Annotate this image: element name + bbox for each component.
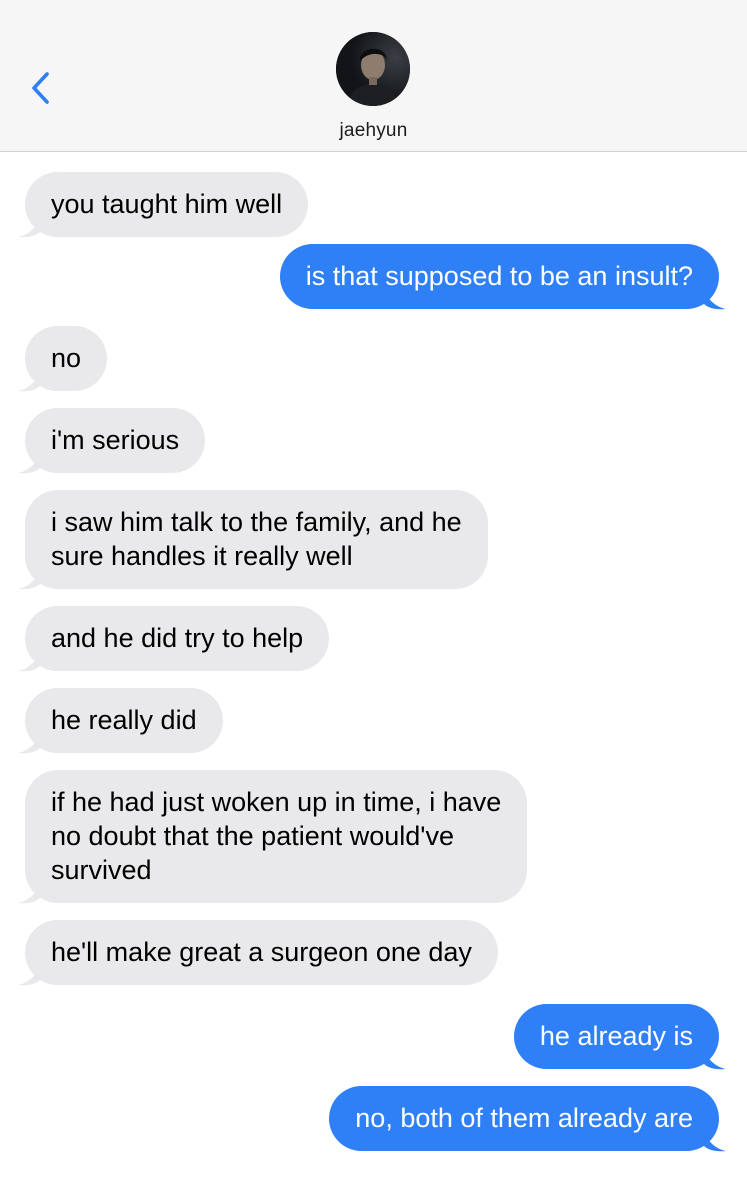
bubble-tail — [18, 372, 40, 392]
bubble-tail — [18, 454, 40, 474]
incoming-message-bubble[interactable]: i'm serious — [18, 408, 206, 474]
message-text: and he did try to help — [51, 623, 304, 653]
back-button[interactable] — [26, 68, 56, 108]
message-text: he already is — [539, 1021, 693, 1051]
bubble-tail — [18, 218, 40, 238]
incoming-message-bubble[interactable]: and he did try to help — [18, 606, 330, 672]
bubble-tail — [18, 884, 40, 904]
message-text-line: survived — [51, 855, 152, 885]
bubble-tail — [704, 1132, 726, 1152]
message-text-line: i saw him talk to the family, and he — [51, 507, 462, 537]
message-text-line: no doubt that the patient would've — [51, 821, 454, 851]
message-text: he really did — [51, 705, 197, 735]
message-text-line: sure handles it really well — [51, 541, 353, 571]
bubble-tail — [704, 1050, 726, 1070]
contact-avatar[interactable] — [336, 32, 410, 106]
incoming-message-bubble[interactable]: i saw him talk to the family, and he sur… — [18, 490, 488, 590]
incoming-message-bubble[interactable]: you taught him well — [18, 172, 309, 238]
bubble-tail — [18, 734, 40, 754]
bubble-tail — [704, 290, 726, 310]
message-text: no — [51, 343, 82, 373]
outgoing-message-bubble[interactable]: is that supposed to be an insult? — [279, 244, 726, 310]
conversation-header: jaehyun — [0, 0, 747, 152]
outgoing-message-bubble[interactable]: no, both of them already are — [329, 1086, 726, 1152]
chevron-left-icon — [32, 72, 49, 104]
message-thread: you taught him well is that supposed to … — [0, 152, 747, 1200]
incoming-message-bubble[interactable]: no — [18, 326, 108, 392]
bubble-tail — [18, 652, 40, 672]
avatar-photo — [336, 32, 410, 106]
message-text: i'm serious — [51, 425, 180, 455]
incoming-message-bubble[interactable]: he'll make great a surgeon one day — [18, 920, 498, 986]
incoming-message-bubble[interactable]: if he had just woken up in time, i have … — [18, 770, 528, 904]
message-text: you taught him well — [51, 189, 283, 219]
message-text: he'll make great a surgeon one day — [51, 937, 472, 967]
bubble-tail — [18, 966, 40, 986]
contact-name[interactable]: jaehyun — [0, 120, 747, 142]
message-text-line: if he had just woken up in time, i have — [51, 787, 502, 817]
bubble-tail — [18, 570, 40, 590]
outgoing-message-bubble[interactable]: he already is — [513, 1004, 726, 1070]
message-text: no, both of them already are — [355, 1103, 693, 1133]
incoming-message-bubble[interactable]: he really did — [18, 688, 223, 754]
message-text: is that supposed to be an insult? — [305, 261, 693, 291]
